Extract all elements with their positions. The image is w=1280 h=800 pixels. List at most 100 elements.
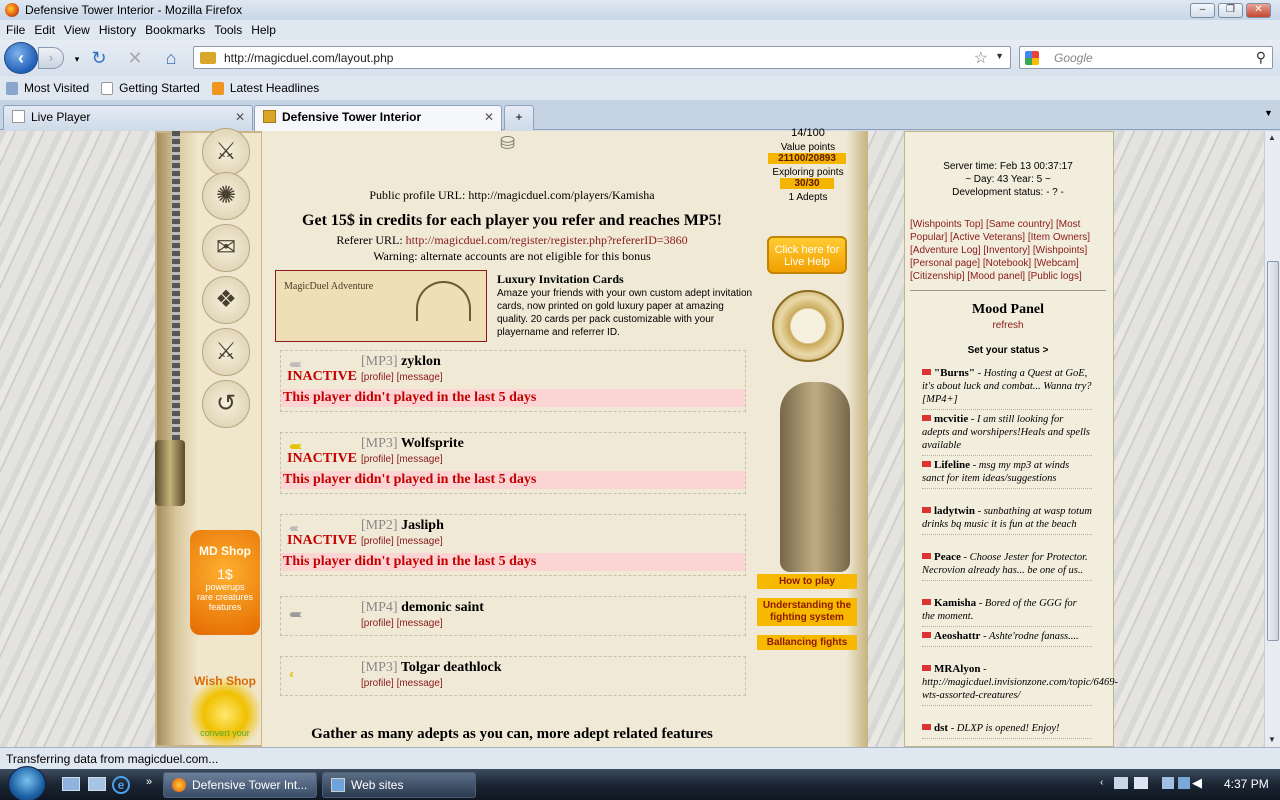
profile-link[interactable]: [profile] — [361, 536, 394, 547]
message-link[interactable]: [message] — [397, 678, 443, 689]
md-shop-banner[interactable]: MD Shop 1$ powerups rare creatures featu… — [190, 530, 260, 635]
switch-windows-icon[interactable] — [88, 777, 106, 791]
menu-bookmarks[interactable]: Bookmarks — [145, 23, 205, 37]
mood-user[interactable]: MRAlyon — [934, 663, 980, 675]
bookmark-latest-headlines[interactable]: Latest Headlines — [211, 81, 319, 95]
minimize-button[interactable]: – — [1190, 3, 1215, 18]
home-icon[interactable]: ⌂ — [160, 47, 182, 69]
new-tab-button[interactable]: + — [504, 105, 534, 130]
address-bar[interactable]: http://magicduel.com/layout.php ☆ ▼ — [193, 46, 1011, 69]
referer-link[interactable]: http://magicduel.com/register/register.p… — [406, 233, 688, 247]
tab-defensive-tower[interactable]: Defensive Tower Interior ✕ — [254, 105, 502, 131]
message-link[interactable]: [message] — [397, 618, 443, 629]
quick-links[interactable]: [Wishpoints Top] [Same country] [Most Po… — [910, 218, 1106, 283]
forward-button[interactable]: › — [38, 47, 64, 69]
mood-user[interactable]: Lifeline — [934, 459, 970, 471]
scroll-down-icon[interactable]: ▼ — [1268, 735, 1276, 744]
quicklaunch-expand-icon[interactable]: » — [146, 776, 152, 788]
crossed-swords-icon[interactable]: ⚔ — [202, 328, 250, 376]
close-window-button[interactable]: ✕ — [1246, 3, 1271, 18]
menu-file[interactable]: File — [6, 23, 25, 37]
bookmark-most-visited[interactable]: Most Visited — [6, 81, 89, 95]
mood-user[interactable]: "Burns" — [934, 367, 975, 379]
internet-explorer-icon[interactable]: e — [112, 776, 130, 794]
reload-icon[interactable]: ↻ — [88, 47, 110, 69]
invitation-card-image[interactable]: MagicDuel Adventure — [275, 270, 487, 342]
mood-user[interactable]: mcvitie — [934, 413, 968, 425]
close-tab-icon[interactable]: ✕ — [235, 110, 245, 124]
tray-app-icon[interactable] — [1162, 777, 1174, 789]
flag-icon — [922, 665, 931, 671]
menu-history[interactable]: History — [99, 23, 136, 37]
set-status-link[interactable]: Set your status > — [910, 345, 1106, 356]
tray-app-icon[interactable] — [1178, 777, 1190, 789]
fighting-system-link[interactable]: Understanding the fighting system — [757, 598, 857, 626]
menu-help[interactable]: Help — [251, 23, 276, 37]
lux-description: Amaze your friends with your own custom … — [497, 288, 753, 338]
menu-view[interactable]: View — [64, 23, 90, 37]
player-name[interactable]: Jasliph — [401, 518, 444, 533]
search-icon[interactable]: ⚲ — [1256, 49, 1266, 66]
bookmark-star-icon[interactable]: ☆ — [974, 48, 988, 68]
compass-emblem-icon[interactable] — [772, 290, 844, 362]
close-tab-icon[interactable]: ✕ — [484, 110, 494, 124]
taskbar-item-label: Web sites — [351, 778, 404, 792]
wish-shop-banner[interactable]: Wish Shop convert your — [190, 674, 260, 747]
message-link[interactable]: [message] — [397, 454, 443, 465]
scroll-thumb[interactable] — [1267, 261, 1279, 641]
message-link[interactable]: [message] — [397, 372, 443, 383]
start-button[interactable] — [8, 766, 46, 800]
mood-text: - DLXP is opened! Enjoy! — [948, 723, 1060, 734]
volume-icon[interactable]: ◀ — [1192, 775, 1202, 791]
profile-link[interactable]: [profile] — [361, 372, 394, 383]
mood-user[interactable]: dst — [934, 722, 948, 734]
clock[interactable]: 4:37 PM — [1224, 777, 1269, 791]
crossed-swords-shield-icon[interactable]: ⚔ — [202, 128, 250, 176]
mood-user[interactable]: ladytwin — [934, 505, 975, 517]
flag-icon — [922, 632, 931, 638]
player-name[interactable]: Wolfsprite — [401, 436, 464, 451]
back-button[interactable]: ‹ — [4, 42, 38, 74]
how-to-play-link[interactable]: How to play — [757, 574, 857, 589]
page-scrollbar[interactable]: ▲ ▼ — [1264, 131, 1280, 747]
stop-icon[interactable]: ✕ — [124, 47, 146, 69]
maximize-button[interactable]: ❐ — [1218, 3, 1243, 18]
taskbar-web-sites-window[interactable]: Web sites — [322, 772, 476, 798]
flag-icon — [922, 553, 931, 559]
player-name[interactable]: Tolgar deathlock — [401, 660, 502, 675]
history-dropdown-icon[interactable]: ▾ — [66, 48, 88, 70]
rank-arrows-icon: ‹‹ — [289, 667, 294, 681]
profile-link[interactable]: [profile] — [361, 678, 394, 689]
url-dropdown-icon[interactable]: ▼ — [995, 51, 1004, 61]
profile-link[interactable]: [profile] — [361, 454, 394, 465]
taskbar-firefox-window[interactable]: Defensive Tower Int... — [163, 772, 317, 798]
mood-user[interactable]: Peace — [934, 551, 961, 563]
window-icon — [331, 778, 345, 792]
tray-expand-icon[interactable]: ‹ — [1100, 777, 1103, 788]
profile-link[interactable]: [profile] — [361, 618, 394, 629]
menu-edit[interactable]: Edit — [34, 23, 55, 37]
message-link[interactable]: [message] — [397, 536, 443, 547]
live-help-button[interactable]: Click here for Live Help — [767, 236, 847, 274]
network-icon[interactable] — [1114, 777, 1128, 789]
balancing-fights-link[interactable]: Ballancing fights — [757, 635, 857, 650]
scroll-icon[interactable]: ↺ — [202, 380, 250, 428]
player-name[interactable]: demonic saint — [401, 600, 484, 615]
system-tray: ‹ ◀ 4:37 PM — [1100, 769, 1280, 800]
google-icon[interactable] — [1025, 51, 1039, 65]
scroll-up-icon[interactable]: ▲ — [1268, 133, 1276, 142]
show-desktop-icon[interactable] — [62, 777, 80, 791]
tab-live-player[interactable]: Live Player ✕ — [3, 105, 253, 130]
menu-tools[interactable]: Tools — [214, 23, 242, 37]
creature-icon[interactable]: ✺ — [202, 172, 250, 220]
tray-app-icon[interactable] — [1134, 777, 1148, 789]
bookmark-getting-started[interactable]: Getting Started — [101, 81, 200, 95]
mood-user[interactable]: Kamisha — [934, 597, 976, 609]
mail-icon[interactable]: ✉ — [202, 224, 250, 272]
mood-user[interactable]: Aeoshattr — [934, 630, 980, 642]
refresh-link[interactable]: refresh — [910, 320, 1106, 331]
tab-list-icon[interactable]: ▼ — [1264, 108, 1273, 118]
player-name[interactable]: zyklon — [401, 354, 441, 369]
search-box[interactable]: Google ⚲ — [1019, 46, 1273, 69]
map-icon[interactable]: ❖ — [202, 276, 250, 324]
